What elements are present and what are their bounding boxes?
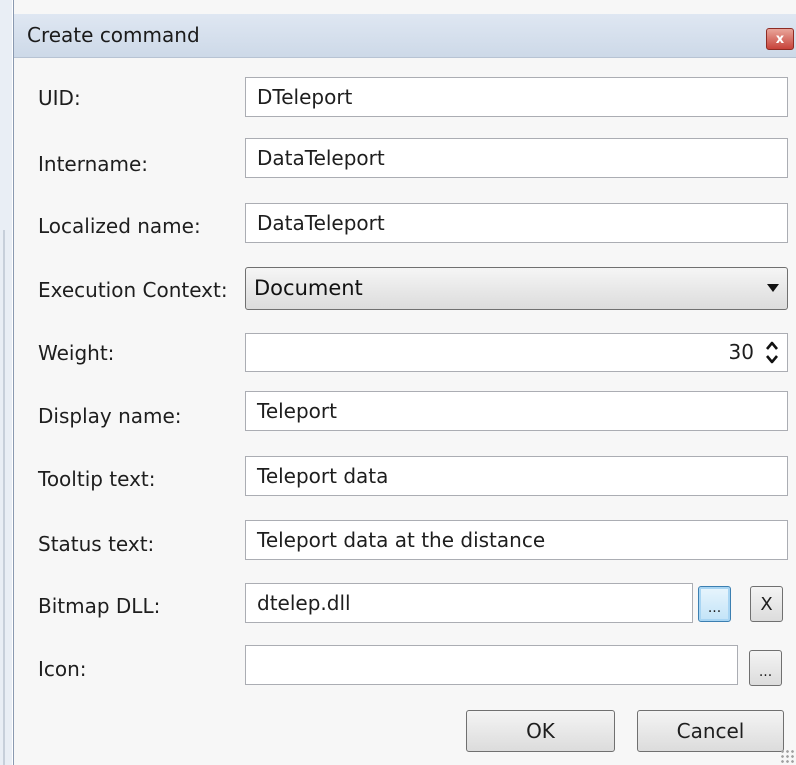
localized-name-label: Localized name: (38, 214, 201, 238)
create-command-dialog: Create command x UID: DTeleport Internam… (13, 0, 796, 765)
ellipsis-icon: ... (707, 600, 722, 616)
icon-browse-button[interactable]: ... (749, 650, 782, 686)
weight-label: Weight: (38, 341, 115, 365)
window-title: Create command (27, 23, 200, 47)
close-button[interactable]: x (766, 28, 794, 50)
arrow-up-icon[interactable] (765, 340, 779, 351)
title-bar[interactable]: Create command x (14, 14, 796, 58)
execution-context-select[interactable]: Document (245, 267, 788, 310)
weight-stepper[interactable]: 30 (245, 333, 788, 372)
uid-input[interactable]: DTeleport (245, 77, 788, 117)
close-icon: x (775, 31, 785, 47)
execution-context-value: Document (254, 276, 363, 300)
chevron-down-icon (767, 284, 779, 292)
resize-grip-icon[interactable] (780, 749, 794, 763)
icon-input[interactable] (245, 645, 738, 685)
status-text-input[interactable]: Teleport data at the distance (245, 520, 788, 560)
uid-label: UID: (38, 86, 81, 110)
intername-input[interactable]: DataTeleport (245, 138, 788, 178)
bitmap-dll-clear-button[interactable]: X (750, 586, 783, 622)
icon-label: Icon: (38, 657, 87, 681)
weight-value: 30 (728, 340, 754, 364)
bitmap-dll-input[interactable]: dtelep.dll (245, 583, 693, 623)
localized-name-input[interactable]: DataTeleport (245, 203, 788, 243)
bitmap-dll-label: Bitmap DLL: (38, 594, 161, 618)
execution-context-label: Execution Context: (38, 278, 228, 302)
clear-label: X (760, 593, 773, 615)
tooltip-text-label: Tooltip text: (38, 467, 156, 491)
status-text-label: Status text: (38, 532, 155, 556)
display-name-input[interactable]: Teleport (245, 391, 788, 431)
intername-label: Intername: (38, 152, 149, 176)
background-window (0, 0, 12, 765)
spin-arrows (765, 340, 779, 366)
ellipsis-icon: ... (758, 664, 773, 680)
cancel-button[interactable]: Cancel (637, 710, 784, 752)
ok-button[interactable]: OK (466, 710, 615, 752)
bitmap-dll-browse-button[interactable]: ... (698, 586, 731, 622)
arrow-down-icon[interactable] (765, 354, 779, 365)
tooltip-text-input[interactable]: Teleport data (245, 456, 788, 496)
background-divider (3, 230, 5, 765)
display-name-label: Display name: (38, 404, 182, 428)
